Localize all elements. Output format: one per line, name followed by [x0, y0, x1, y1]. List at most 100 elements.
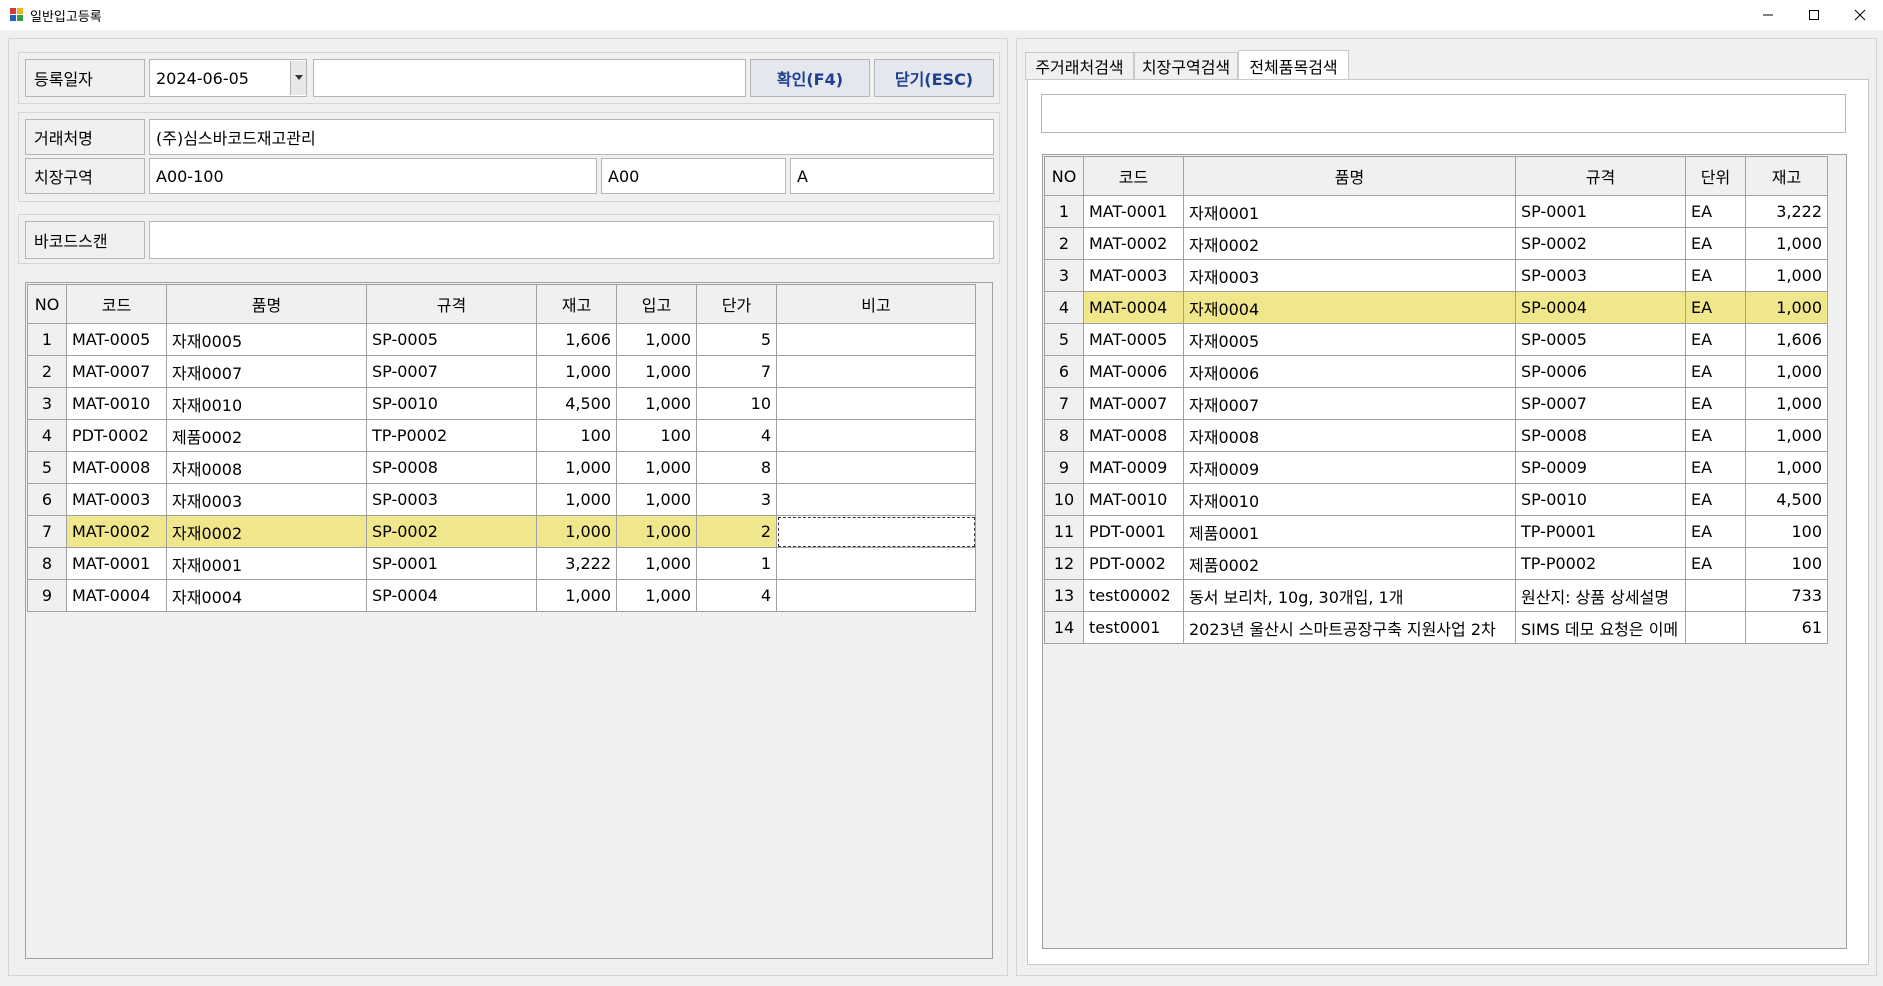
- right-grid-cell[interactable]: SIMS 데모 요청은 이메: [1515, 611, 1686, 644]
- left-grid-cell[interactable]: 1,000: [616, 323, 697, 356]
- right-grid-row[interactable]: 9 MAT-0009 자재0009 SP-0009 EA 1,000: [1044, 451, 1828, 484]
- left-grid-cell[interactable]: 1,000: [616, 483, 697, 516]
- right-grid-cell[interactable]: 자재0004: [1183, 291, 1516, 324]
- date-dropdown-button[interactable]: [290, 61, 306, 95]
- left-grid-row[interactable]: 5 MAT-0008 자재0008 SP-0008 1,000 1,000 8: [27, 451, 976, 484]
- left-grid-cell[interactable]: 1,000: [616, 579, 697, 612]
- left-grid-row[interactable]: 8 MAT-0001 자재0001 SP-0001 3,222 1,000 1: [27, 547, 976, 580]
- left-grid-cell[interactable]: 1,000: [616, 451, 697, 484]
- left-grid-cell[interactable]: [776, 483, 976, 516]
- left-grid-cell[interactable]: [776, 419, 976, 452]
- right-grid-cell[interactable]: 1,000: [1745, 227, 1828, 260]
- right-grid-cell[interactable]: MAT-0005: [1083, 323, 1184, 356]
- left-grid-cell[interactable]: MAT-0008: [66, 451, 167, 484]
- left-grid-cell[interactable]: MAT-0010: [66, 387, 167, 420]
- right-grid-row[interactable]: 3 MAT-0003 자재0003 SP-0003 EA 1,000: [1044, 259, 1828, 292]
- left-grid-cell[interactable]: 1: [27, 323, 67, 356]
- right-grid-cell[interactable]: 동서 보리차, 10g, 30개입, 1개: [1183, 579, 1516, 612]
- right-grid-row[interactable]: 2 MAT-0002 자재0002 SP-0002 EA 1,000: [1044, 227, 1828, 260]
- right-grid-cell[interactable]: test0001: [1083, 611, 1184, 644]
- left-grid-cell[interactable]: 1,000: [536, 451, 617, 484]
- left-grid-cell[interactable]: 4: [696, 419, 777, 452]
- left-grid-cell[interactable]: 2: [696, 515, 777, 548]
- right-grid-row[interactable]: 11 PDT-0001 제품0001 TP-P0001 EA 100: [1044, 515, 1828, 548]
- right-grid-cell[interactable]: 13: [1044, 579, 1084, 612]
- right-grid-cell[interactable]: SP-0005: [1515, 323, 1686, 356]
- left-grid-cell[interactable]: SP-0001: [366, 547, 537, 580]
- left-grid-cell[interactable]: SP-0008: [366, 451, 537, 484]
- right-grid-cell[interactable]: MAT-0006: [1083, 355, 1184, 388]
- right-grid-cell[interactable]: 3: [1044, 259, 1084, 292]
- right-grid-cell[interactable]: TP-P0002: [1515, 547, 1686, 580]
- right-grid-row[interactable]: 4 MAT-0004 자재0004 SP-0004 EA 1,000: [1044, 291, 1828, 324]
- right-grid-header-5[interactable]: 재고: [1745, 156, 1828, 196]
- memo-input[interactable]: [313, 59, 746, 97]
- right-grid-cell[interactable]: MAT-0007: [1083, 387, 1184, 420]
- right-grid-cell[interactable]: 1,000: [1745, 259, 1828, 292]
- right-grid-cell[interactable]: 자재0005: [1183, 323, 1516, 356]
- left-grid-cell[interactable]: [776, 355, 976, 388]
- right-grid-cell[interactable]: 자재0006: [1183, 355, 1516, 388]
- left-grid-cell[interactable]: 6: [27, 483, 67, 516]
- left-grid-cell[interactable]: 5: [696, 323, 777, 356]
- right-grid-row[interactable]: 6 MAT-0006 자재0006 SP-0006 EA 1,000: [1044, 355, 1828, 388]
- left-grid-cell[interactable]: 1,000: [616, 515, 697, 548]
- left-grid-header-6[interactable]: 단가: [696, 284, 777, 324]
- right-grid-cell[interactable]: [1685, 611, 1746, 644]
- confirm-button[interactable]: 확인(F4): [750, 59, 870, 97]
- left-grid-cell[interactable]: 자재0002: [166, 515, 367, 548]
- left-grid-cell[interactable]: 1,606: [536, 323, 617, 356]
- right-grid-header-2[interactable]: 품명: [1183, 156, 1516, 196]
- right-grid-cell[interactable]: 원산지: 상품 상세설명: [1515, 579, 1686, 612]
- left-grid-cell[interactable]: MAT-0007: [66, 355, 167, 388]
- right-grid-cell[interactable]: PDT-0001: [1083, 515, 1184, 548]
- left-grid-cell[interactable]: 자재0008: [166, 451, 367, 484]
- right-grid-cell[interactable]: SP-0009: [1515, 451, 1686, 484]
- tab-0[interactable]: 주거래처검색: [1025, 52, 1134, 80]
- right-grid-cell[interactable]: 1: [1044, 195, 1084, 228]
- left-grid-cell[interactable]: 1,000: [536, 515, 617, 548]
- left-grid-row[interactable]: 2 MAT-0007 자재0007 SP-0007 1,000 1,000 7: [27, 355, 976, 388]
- left-grid-header-4[interactable]: 재고: [536, 284, 617, 324]
- left-grid-cell[interactable]: 자재0004: [166, 579, 367, 612]
- left-grid-cell[interactable]: [776, 387, 976, 420]
- right-grid-cell[interactable]: MAT-0002: [1083, 227, 1184, 260]
- left-grid-row[interactable]: 7 MAT-0002 자재0002 SP-0002 1,000 1,000 2: [27, 515, 976, 548]
- left-grid-cell[interactable]: 1,000: [616, 547, 697, 580]
- right-grid-cell[interactable]: 100: [1745, 515, 1828, 548]
- right-grid-cell[interactable]: EA: [1685, 547, 1746, 580]
- right-grid-cell[interactable]: SP-0006: [1515, 355, 1686, 388]
- left-grid-cell[interactable]: PDT-0002: [66, 419, 167, 452]
- right-grid-cell[interactable]: 제품0001: [1183, 515, 1516, 548]
- left-grid-cell[interactable]: 100: [536, 419, 617, 452]
- right-grid-cell[interactable]: 자재0003: [1183, 259, 1516, 292]
- left-grid-cell[interactable]: 3,222: [536, 547, 617, 580]
- right-grid-cell[interactable]: 100: [1745, 547, 1828, 580]
- left-grid-cell[interactable]: MAT-0003: [66, 483, 167, 516]
- left-grid-cell[interactable]: [776, 451, 976, 484]
- right-grid-cell[interactable]: test00002: [1083, 579, 1184, 612]
- right-grid-cell[interactable]: 1,000: [1745, 451, 1828, 484]
- right-grid-cell[interactable]: EA: [1685, 483, 1746, 516]
- right-grid-cell[interactable]: 자재0008: [1183, 419, 1516, 452]
- location-zone-field[interactable]: A00: [601, 158, 786, 194]
- left-grid-cell[interactable]: SP-0005: [366, 323, 537, 356]
- right-grid-cell[interactable]: EA: [1685, 387, 1746, 420]
- right-grid-cell[interactable]: 10: [1044, 483, 1084, 516]
- left-grid-row[interactable]: 6 MAT-0003 자재0003 SP-0003 1,000 1,000 3: [27, 483, 976, 516]
- item-search-input[interactable]: [1041, 94, 1846, 133]
- left-grid-cell[interactable]: 7: [27, 515, 67, 548]
- right-grid-cell[interactable]: MAT-0001: [1083, 195, 1184, 228]
- left-grid-cell[interactable]: MAT-0001: [66, 547, 167, 580]
- right-grid-row[interactable]: 10 MAT-0010 자재0010 SP-0010 EA 4,500: [1044, 483, 1828, 516]
- right-grid-header-1[interactable]: 코드: [1083, 156, 1184, 196]
- right-grid-cell[interactable]: 8: [1044, 419, 1084, 452]
- left-grid-cell[interactable]: 자재0001: [166, 547, 367, 580]
- right-grid-cell[interactable]: EA: [1685, 419, 1746, 452]
- maximize-button[interactable]: [1791, 0, 1837, 30]
- right-grid-cell[interactable]: PDT-0002: [1083, 547, 1184, 580]
- left-grid-cell[interactable]: MAT-0004: [66, 579, 167, 612]
- left-grid-cell[interactable]: 5: [27, 451, 67, 484]
- left-grid-cell[interactable]: 8: [696, 451, 777, 484]
- left-grid-cell[interactable]: 4,500: [536, 387, 617, 420]
